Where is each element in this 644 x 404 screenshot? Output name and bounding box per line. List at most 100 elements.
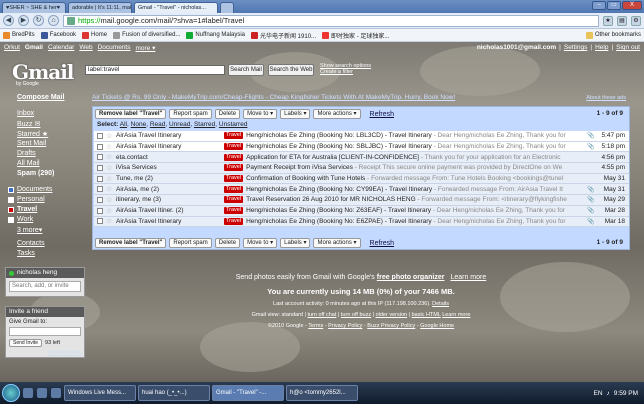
travel-label-tag[interactable]: Travel xyxy=(224,143,244,151)
row-checkbox[interactable] xyxy=(97,207,103,214)
travel-label-tag[interactable]: Travel xyxy=(224,175,244,183)
browser-tab-active[interactable]: Gmail - "Travel" - nicholas... xyxy=(134,2,218,13)
browser-tab[interactable]: adorable | It's 11:11, make... xyxy=(68,2,132,13)
travel-label-tag[interactable]: Travel xyxy=(224,153,244,161)
older-version-link[interactable]: older version xyxy=(376,312,408,318)
ad-link[interactable]: Air Tickets @ Rs. 99 Only - MakeMyTrip.c… xyxy=(92,94,455,101)
terms-link[interactable]: Terms xyxy=(308,323,323,329)
row-checkbox[interactable] xyxy=(97,196,103,203)
remove-label-button[interactable]: Remove label "Travel" xyxy=(95,109,167,119)
details-link[interactable]: Details xyxy=(432,301,449,307)
photo-organizer-link[interactable]: free photo organizer xyxy=(377,274,445,281)
star-icon[interactable]: ☆ xyxy=(106,185,114,193)
label-documents[interactable]: Documents xyxy=(8,186,52,193)
contacts-link[interactable]: Contacts xyxy=(17,240,45,247)
gbar-link-more[interactable]: more ▾ xyxy=(135,44,155,52)
star-icon[interactable]: ☆ xyxy=(106,207,114,215)
row-checkbox[interactable] xyxy=(97,132,103,139)
about-ads-link[interactable]: About these ads xyxy=(586,93,626,103)
nav-spam[interactable]: Spam (290) xyxy=(17,170,54,177)
row-checkbox[interactable] xyxy=(97,143,103,150)
star-icon[interactable]: ☆ xyxy=(106,175,114,183)
bookmark[interactable]: 即时独家 - 足球独家... xyxy=(322,31,389,40)
table-row[interactable]: ☆ AirAsia Travel Itiner. (2) Travel Heng/ni… xyxy=(94,205,629,217)
minimize-button[interactable]: – xyxy=(592,1,606,10)
gbar-link-calendar[interactable]: Calendar xyxy=(48,44,74,51)
home-icon[interactable]: ⌂ xyxy=(48,15,59,26)
star-bookmark-icon[interactable]: ★ xyxy=(603,15,613,26)
delete-button[interactable]: Delete xyxy=(214,109,241,119)
travel-label-tag[interactable]: Travel xyxy=(224,196,244,204)
row-checkbox[interactable] xyxy=(97,154,103,161)
more-labels-link[interactable]: 3 more▾ xyxy=(17,226,42,234)
bookmark[interactable]: Home xyxy=(82,31,107,39)
nav-drafts[interactable]: Drafts xyxy=(17,150,36,157)
google-home-link[interactable]: Google Home xyxy=(420,323,454,329)
table-row[interactable]: ☆ eta.contact Travel Application for ETA fo… xyxy=(94,152,629,164)
star-icon[interactable]: ☆ xyxy=(106,164,114,172)
quick-launch-icon[interactable] xyxy=(23,388,33,398)
star-icon[interactable]: ☆ xyxy=(106,153,114,161)
table-row[interactable]: ☆ AirAsia, me (2) Travel Heng/nicholas Ee Z… xyxy=(94,184,629,196)
bookmark[interactable]: 光华电子新闻 1910... xyxy=(251,31,316,40)
chat-header[interactable]: nicholas heng xyxy=(6,268,84,278)
star-icon[interactable]: ☆ xyxy=(106,196,114,204)
nav-sent-mail[interactable]: Sent Mail xyxy=(17,140,46,147)
table-row[interactable]: ☆ AirAsia Travel Itinerary Travel Heng/nich… xyxy=(94,141,629,153)
tasks-link[interactable]: Tasks xyxy=(17,250,35,257)
close-window-button[interactable]: X xyxy=(622,1,642,10)
settings-link[interactable]: Settings xyxy=(564,44,588,51)
travel-label-tag[interactable]: Travel xyxy=(224,185,244,193)
star-icon[interactable]: ☆ xyxy=(106,143,114,151)
remove-label-button[interactable]: Remove label "Travel" xyxy=(95,238,167,248)
new-tab-button[interactable] xyxy=(220,2,234,13)
forward-icon[interactable]: ▶ xyxy=(18,15,29,26)
clock[interactable]: 9:59 PM xyxy=(614,390,638,397)
url-field[interactable]: https://mail.google.com/mail/?shva=1#lab… xyxy=(63,14,599,27)
gbar-link-documents[interactable]: Documents xyxy=(98,44,131,51)
star-icon[interactable]: ☆ xyxy=(106,217,114,225)
sign-out-link[interactable]: Sign out xyxy=(616,44,640,51)
delete-button[interactable]: Delete xyxy=(214,238,241,248)
reload-icon[interactable]: ↻ xyxy=(33,15,44,26)
table-row[interactable]: ☆ iVisa Services Travel Payment Receipt fro… xyxy=(94,163,629,174)
basic-html-link[interactable]: basic HTML xyxy=(412,312,441,318)
labels-dropdown[interactable]: Labels ▾ xyxy=(280,238,311,248)
taskbar-item[interactable]: Windows Live Mess... xyxy=(64,385,136,401)
browser-tab[interactable]: ♥SHER ~ SHE & her♥ xyxy=(2,2,66,13)
bookmark[interactable]: Facebook xyxy=(40,31,76,39)
labels-dropdown[interactable]: Labels ▾ xyxy=(280,109,311,119)
quick-launch-icon[interactable] xyxy=(51,388,61,398)
travel-label-tag[interactable]: Travel xyxy=(224,164,244,172)
maximize-button[interactable]: ▭ xyxy=(607,1,621,10)
gbar-link-orkut[interactable]: Orkut xyxy=(4,44,20,51)
preview-invite-link[interactable]: Preview Invite xyxy=(48,350,82,356)
bookmark[interactable]: Fusion of diversified... xyxy=(113,31,180,39)
send-invite-button[interactable]: Send Invite xyxy=(9,339,43,347)
search-web-button[interactable]: Search the Web xyxy=(268,64,314,76)
nav-all-mail[interactable]: All Mail xyxy=(17,160,40,167)
turn-off-chat-link[interactable]: turn off chat xyxy=(307,312,336,318)
learn-more-link[interactable]: Learn more xyxy=(442,312,470,318)
label-travel[interactable]: Travel xyxy=(8,206,37,213)
privacy-policy-link[interactable]: Privacy Policy xyxy=(328,323,362,329)
learn-more-link[interactable]: Learn more xyxy=(450,274,486,281)
move-to-dropdown[interactable]: Move to ▾ xyxy=(243,238,278,248)
other-bookmarks[interactable]: Other bookmarks xyxy=(585,31,641,39)
star-icon[interactable]: ☆ xyxy=(106,132,114,140)
select-unstarred[interactable]: Unstarred xyxy=(219,121,248,128)
search-input[interactable]: label:travel xyxy=(85,65,225,75)
label-work[interactable]: Work xyxy=(8,216,33,223)
nav-starred[interactable]: Starred ★ xyxy=(17,130,48,138)
taskbar-item[interactable]: h@o <tommy2652l... xyxy=(286,385,358,401)
start-button[interactable] xyxy=(2,384,20,402)
taskbar-item[interactable]: huai hao (_•_•...) xyxy=(138,385,210,401)
turn-off-buzz-link[interactable]: turn off buzz xyxy=(341,312,371,318)
wrench-icon[interactable]: ⚙ xyxy=(631,15,641,26)
refresh-link[interactable]: Refresh xyxy=(370,240,395,247)
row-checkbox[interactable] xyxy=(97,164,103,171)
search-mail-button[interactable]: Search Mail xyxy=(228,64,264,76)
compose-mail-link[interactable]: Compose Mail xyxy=(17,94,64,101)
bookmark[interactable]: Nuffnang Malaysia xyxy=(186,31,245,39)
select-all[interactable]: All xyxy=(120,121,127,128)
